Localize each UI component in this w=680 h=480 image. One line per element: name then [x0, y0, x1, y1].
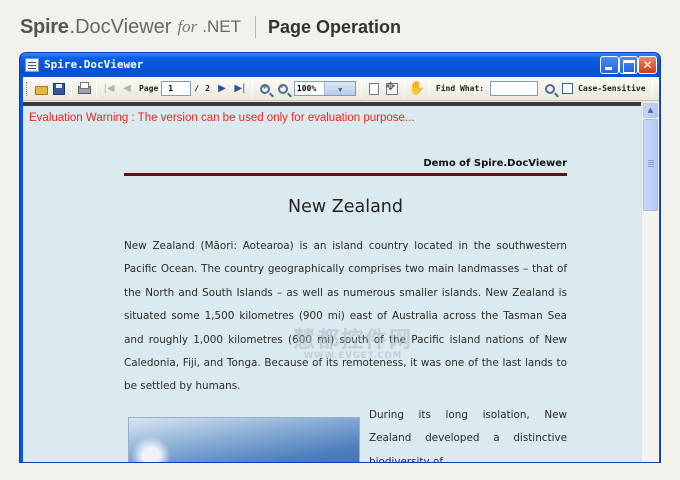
document-title: New Zealand — [288, 197, 403, 217]
toolbar-separator — [251, 80, 253, 97]
scrollbar-thumb[interactable] — [643, 119, 658, 211]
window-titlebar[interactable]: Spire.DocViewer ✕ — [20, 53, 660, 77]
print-button[interactable] — [75, 80, 93, 98]
save-icon — [53, 82, 65, 95]
zoom-select[interactable]: 100% ▼ — [293, 81, 356, 96]
first-page-button[interactable]: |◀ — [100, 80, 118, 98]
document-paragraph-2: During its long isolation, New Zealand d… — [369, 409, 567, 463]
brand-product-suffix: .DocViewer — [69, 15, 172, 38]
header-rule — [124, 173, 567, 176]
zoom-in-icon — [259, 83, 270, 94]
document-paragraph: New Zealand (Māori: Aotearoa) is an isla… — [124, 240, 567, 393]
open-button[interactable] — [32, 80, 50, 98]
previous-page-button[interactable]: ◀ — [118, 80, 136, 98]
fit-page-button[interactable] — [365, 80, 383, 98]
page-label: Page — [139, 84, 159, 93]
zoom-value: 100% — [296, 84, 317, 93]
toolbar-grip[interactable] — [26, 81, 29, 96]
printer-icon — [77, 86, 91, 94]
zoom-in-button[interactable] — [256, 80, 274, 98]
window-client: |◀ ◀ Page 1 / 2 ▶ ▶| 100% ▼ ✋ Find What: — [23, 77, 659, 463]
toolbar-separator — [403, 80, 405, 97]
toolbar-separator — [71, 80, 72, 97]
zoom-out-button[interactable] — [274, 80, 292, 98]
evaluation-warning: Evaluation Warning : The version can be … — [29, 112, 415, 124]
case-sensitive-checkbox[interactable] — [562, 83, 574, 94]
page-top-edge — [23, 102, 641, 106]
fit-width-button[interactable] — [383, 80, 401, 98]
toolbar-separator — [360, 80, 362, 97]
toolbar: |◀ ◀ Page 1 / 2 ▶ ▶| 100% ▼ ✋ Find What: — [23, 77, 659, 101]
folder-open-icon — [34, 85, 48, 95]
next-page-button[interactable]: ▶ — [213, 80, 231, 98]
vertical-scrollbar[interactable]: ▲ — [641, 102, 659, 462]
brand-header: Spire .DocViewer for .NET Page Operation — [20, 14, 401, 40]
maximize-button[interactable] — [619, 56, 638, 74]
document-header: Demo of Spire.DocViewer — [423, 158, 567, 169]
watermark-text: 慧都控件网 — [293, 328, 414, 353]
page-number-input[interactable]: 1 — [161, 81, 192, 96]
close-button[interactable]: ✕ — [638, 56, 657, 74]
watermark: 慧都控件网 WWW.EVGET.COM — [293, 322, 413, 361]
viewer-window: Spire.DocViewer ✕ |◀ ◀ Page 1 / 2 ▶ ▶| 1… — [19, 52, 661, 463]
toolbar-separator — [428, 80, 430, 97]
brand-product: Spire — [20, 15, 69, 38]
search-button[interactable] — [541, 80, 559, 98]
page-separator: / — [194, 84, 200, 93]
hand-tool-button[interactable]: ✋ — [408, 80, 426, 98]
chevron-down-icon[interactable]: ▼ — [324, 82, 355, 95]
find-label: Find What: — [435, 84, 485, 93]
document-image — [128, 417, 360, 462]
search-icon — [545, 83, 556, 94]
brand-platform: .NET — [202, 17, 242, 36]
app-icon — [25, 58, 39, 72]
section-title: Page Operation — [268, 16, 402, 37]
case-sensitive-label: Case-Sensitive — [578, 84, 646, 93]
scroll-up-button[interactable]: ▲ — [643, 103, 658, 118]
page-icon — [368, 82, 379, 95]
zoom-out-icon — [277, 83, 288, 94]
fit-icon — [385, 82, 398, 95]
toolbar-separator — [651, 80, 653, 97]
brand-divider — [255, 16, 257, 38]
save-button[interactable] — [50, 80, 68, 98]
watermark-url: WWW.EVGET.COM — [303, 351, 403, 361]
find-input[interactable] — [490, 81, 539, 96]
minimize-button[interactable] — [600, 56, 619, 74]
total-pages: 2 — [205, 84, 210, 93]
document-viewport[interactable]: Evaluation Warning : The version can be … — [23, 102, 641, 463]
toolbar-separator — [96, 80, 97, 97]
last-page-button[interactable]: ▶| — [231, 80, 249, 98]
brand-for: for — [177, 17, 198, 36]
window-title: Spire.DocViewer — [44, 58, 144, 71]
